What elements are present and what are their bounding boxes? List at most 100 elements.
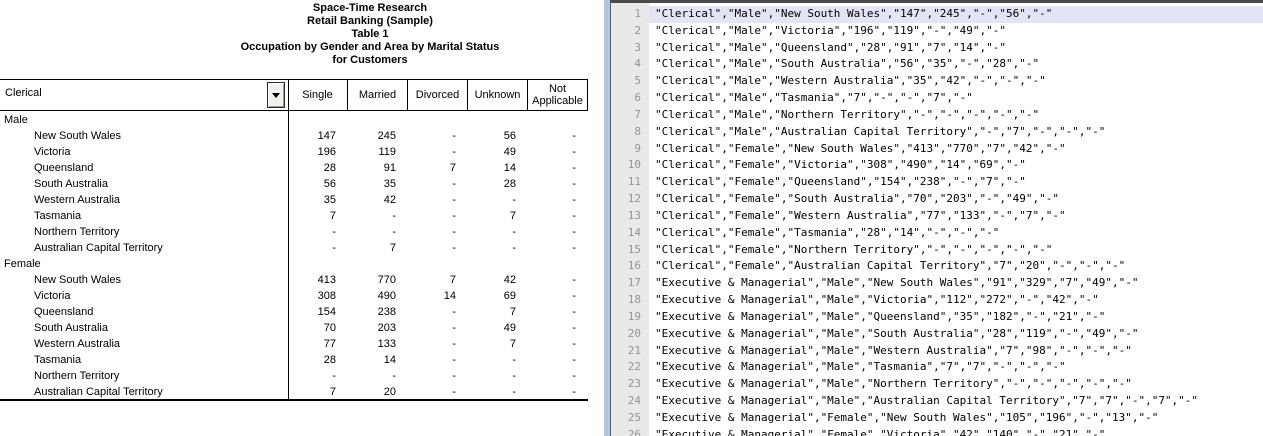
report-title-line: Table 1 xyxy=(155,28,585,41)
row-label: Western Australia xyxy=(0,192,288,208)
line-numbers: 1234567891011121314151617181920212223242… xyxy=(611,6,649,436)
cell-value: - xyxy=(468,192,528,208)
cell-value: 7 xyxy=(468,208,528,224)
table-row: Victoria3084901469- xyxy=(0,288,588,304)
cell-value: 42 xyxy=(348,192,408,208)
cell-value: 69 xyxy=(468,288,528,304)
cell-value: 14 xyxy=(468,160,528,176)
dropdown-arrow-button[interactable] xyxy=(267,82,285,108)
table-row: New South Wales147245-56- xyxy=(0,128,588,144)
column-header-row: SingleMarriedDivorcedUnknownNot Applicab… xyxy=(288,80,588,110)
cell-value: 203 xyxy=(348,320,408,336)
editor-line[interactable]: "Executive & Managerial","Male","Tasmani… xyxy=(649,359,1263,376)
editor-line[interactable]: "Clerical","Male","Australian Capital Te… xyxy=(649,124,1263,141)
group-label-row: Male xyxy=(0,112,588,128)
row-label: Australian Capital Territory xyxy=(0,384,288,400)
line-number: 10 xyxy=(611,157,649,174)
report-title-line: Occupation by Gender and Area by Marital… xyxy=(155,41,585,54)
cell-value: 7 xyxy=(288,384,348,400)
cell-value: - xyxy=(468,224,528,240)
cell-value: 35 xyxy=(348,176,408,192)
report-table-panel: Space-Time ResearchRetail Banking (Sampl… xyxy=(0,0,608,436)
cell-value: - xyxy=(408,224,468,240)
line-number: 20 xyxy=(611,326,649,343)
cell-value: 14 xyxy=(408,288,468,304)
editor-line[interactable]: "Clerical","Female","Northern Territory"… xyxy=(649,242,1263,259)
editor-line[interactable]: "Executive & Managerial","Female","New S… xyxy=(649,410,1263,427)
editor-line[interactable]: "Executive & Managerial","Male","South A… xyxy=(649,326,1263,343)
line-number: 12 xyxy=(611,191,649,208)
occupation-dropdown-value: Clerical xyxy=(5,87,42,99)
editor-line[interactable]: "Clerical","Male","Western Australia","3… xyxy=(649,73,1263,90)
table-row: Northern Territory----- xyxy=(0,368,588,384)
column-header: Married xyxy=(348,80,408,110)
line-number: 16 xyxy=(611,258,649,275)
row-label: Tasmania xyxy=(0,208,288,224)
line-number: 3 xyxy=(611,40,649,57)
header-bottom-line xyxy=(0,110,588,111)
editor-code-area[interactable]: "Clerical","Male","New South Wales","147… xyxy=(649,6,1263,436)
line-number: 6 xyxy=(611,90,649,107)
editor-line[interactable]: "Executive & Managerial","Male","Victori… xyxy=(649,292,1263,309)
cell-value: - xyxy=(408,240,468,256)
editor-line[interactable]: "Clerical","Female","Western Australia",… xyxy=(649,208,1263,225)
cell-value: - xyxy=(528,240,588,256)
table-row: South Australia70203-49- xyxy=(0,320,588,336)
editor-line[interactable]: "Executive & Managerial","Male","Queensl… xyxy=(649,309,1263,326)
line-number: 25 xyxy=(611,410,649,427)
report-title-line: for Customers xyxy=(155,54,585,67)
editor-line[interactable]: "Clerical","Male","Tasmania","7","-","-"… xyxy=(649,90,1263,107)
report-title-line: Retail Banking (Sample) xyxy=(155,15,585,28)
chevron-down-icon xyxy=(272,93,280,98)
csv-editor-panel[interactable]: 1234567891011121314151617181920212223242… xyxy=(610,0,1263,436)
editor-line[interactable]: "Clerical","Female","Australian Capital … xyxy=(649,258,1263,275)
cell-value: 28 xyxy=(468,176,528,192)
row-label: Tasmania xyxy=(0,352,288,368)
cell-value: - xyxy=(408,208,468,224)
row-label: Victoria xyxy=(0,288,288,304)
editor-line[interactable]: "Clerical","Male","South Australia","56"… xyxy=(649,56,1263,73)
cell-value: - xyxy=(468,240,528,256)
row-label: Australian Capital Territory xyxy=(0,240,288,256)
editor-line[interactable]: "Clerical","Female","Tasmania","28","14"… xyxy=(649,225,1263,242)
editor-line[interactable]: "Clerical","Female","New South Wales","4… xyxy=(649,141,1263,158)
row-label: South Australia xyxy=(0,176,288,192)
editor-line[interactable]: "Clerical","Female","South Australia","7… xyxy=(649,191,1263,208)
editor-line[interactable]: "Clerical","Male","Victoria","196","119"… xyxy=(649,23,1263,40)
cell-value: 49 xyxy=(468,320,528,336)
row-label: Queensland xyxy=(0,160,288,176)
cell-value: 7 xyxy=(288,208,348,224)
line-number: 15 xyxy=(611,242,649,259)
cell-value: - xyxy=(348,368,408,384)
cell-value: - xyxy=(288,240,348,256)
cell-value: 7 xyxy=(348,240,408,256)
editor-line[interactable]: "Clerical","Male","New South Wales","147… xyxy=(649,6,1263,23)
line-number: 7 xyxy=(611,107,649,124)
cell-value: 196 xyxy=(288,144,348,160)
editor-line[interactable]: "Executive & Managerial","Female","Victo… xyxy=(649,427,1263,436)
editor-line[interactable]: "Executive & Managerial","Male","Western… xyxy=(649,343,1263,360)
editor-line[interactable]: "Executive & Managerial","Male","New Sou… xyxy=(649,275,1263,292)
row-label: Northern Territory xyxy=(0,368,288,384)
row-label: Victoria xyxy=(0,144,288,160)
cell-value: - xyxy=(408,384,468,400)
cell-value: 70 xyxy=(288,320,348,336)
cell-value: 119 xyxy=(348,144,408,160)
occupation-dropdown[interactable]: Clerical xyxy=(0,80,288,110)
editor-line[interactable]: "Executive & Managerial","Male","Austral… xyxy=(649,393,1263,410)
line-number: 13 xyxy=(611,208,649,225)
cell-value: - xyxy=(528,144,588,160)
cell-value: - xyxy=(408,368,468,384)
editor-line[interactable]: "Clerical","Male","Queensland","28","91"… xyxy=(649,40,1263,57)
table-row: Tasmania2814--- xyxy=(0,352,588,368)
row-label: Queensland xyxy=(0,304,288,320)
editor-line[interactable]: "Executive & Managerial","Male","Norther… xyxy=(649,376,1263,393)
cell-value: 7 xyxy=(468,336,528,352)
line-number: 24 xyxy=(611,393,649,410)
editor-line[interactable]: "Clerical","Female","Victoria","308","49… xyxy=(649,157,1263,174)
line-number: 21 xyxy=(611,343,649,360)
editor-line[interactable]: "Clerical","Female","Queensland","154","… xyxy=(649,174,1263,191)
editor-line[interactable]: "Clerical","Male","Northern Territory","… xyxy=(649,107,1263,124)
cell-value: - xyxy=(348,224,408,240)
table-row: Queensland2891714- xyxy=(0,160,588,176)
